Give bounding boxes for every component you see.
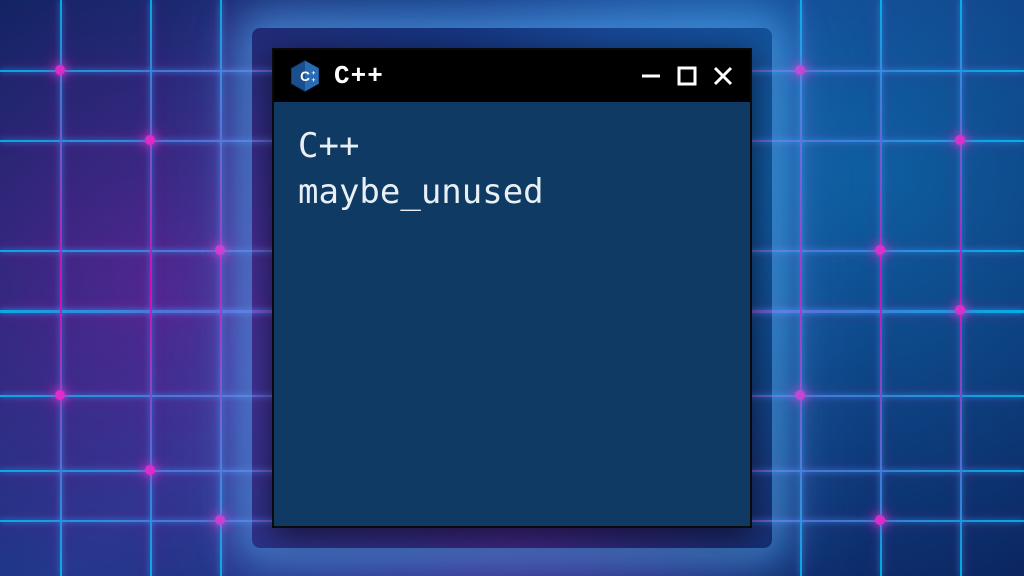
code-line-1: C++ [298, 124, 726, 170]
window-title: C++ [334, 61, 626, 91]
code-line-2: maybe_unused [298, 170, 726, 216]
app-window: C + + C++ C++ maybe_unused [272, 48, 752, 528]
maximize-button[interactable] [674, 63, 700, 89]
svg-text:C: C [300, 69, 310, 84]
minimize-button[interactable] [638, 63, 664, 89]
titlebar[interactable]: C + + C++ [274, 50, 750, 102]
client-area: C++ maybe_unused [274, 102, 750, 526]
cpp-icon: C + + [288, 59, 322, 93]
svg-text:+: + [312, 77, 316, 84]
close-button[interactable] [710, 63, 736, 89]
window-controls [638, 63, 736, 89]
svg-text:+: + [312, 70, 316, 77]
